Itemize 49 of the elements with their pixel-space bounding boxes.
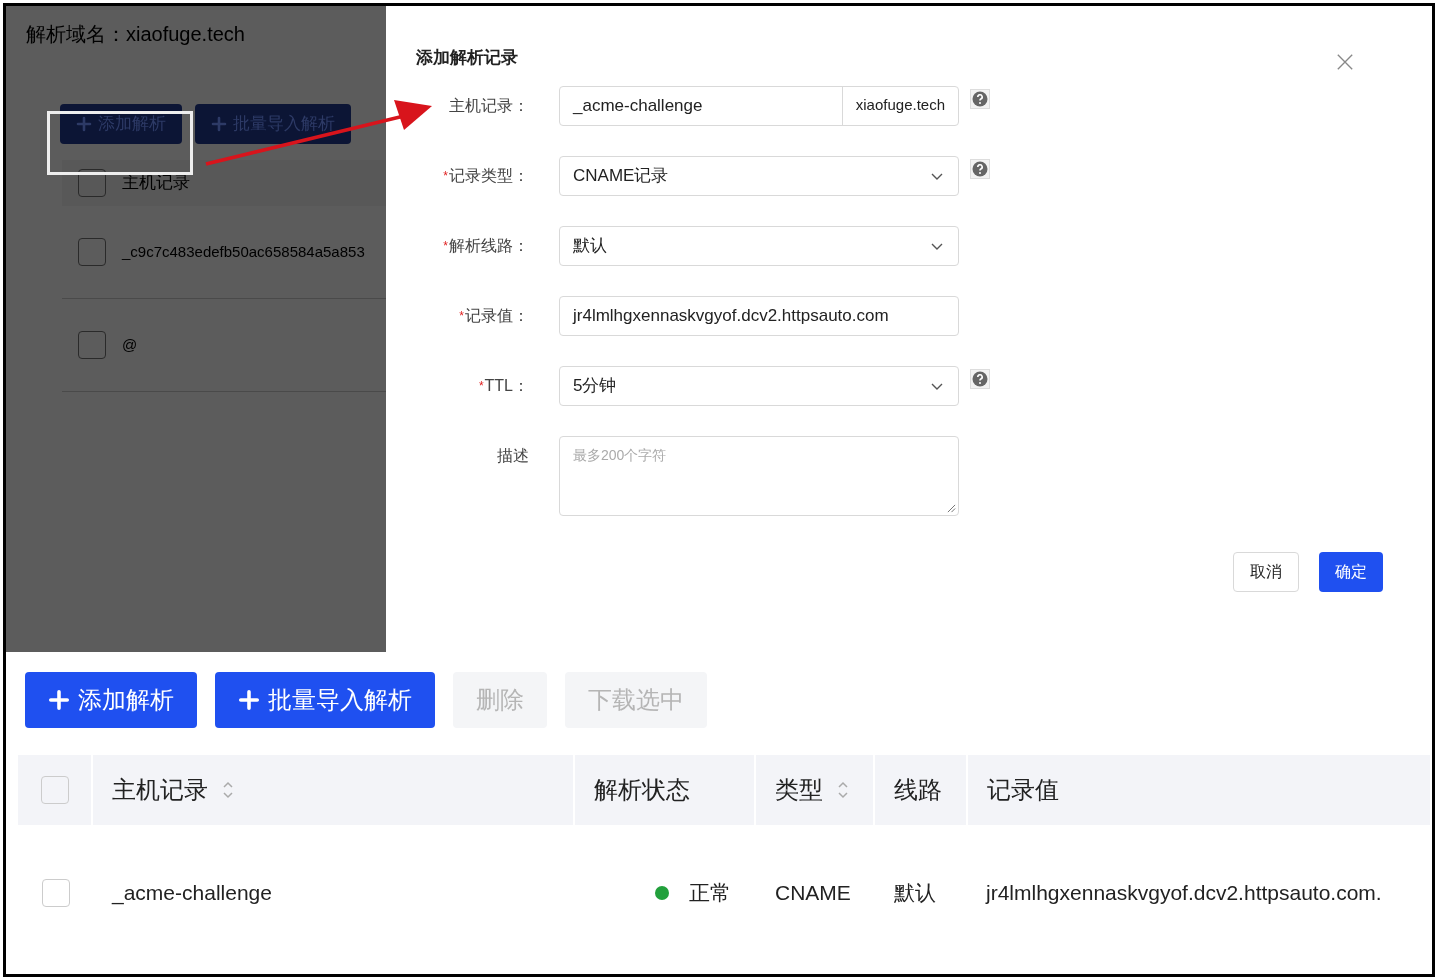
resize-handle-icon[interactable] [947, 503, 956, 513]
field-label: TTL： [484, 375, 529, 396]
column-header: 主机记录 [122, 172, 190, 195]
domain-title: 解析域名：xiaofuge.tech [26, 22, 246, 47]
select-field[interactable]: 5分钟 [559, 365, 959, 406]
field-label: 主机记录： [449, 95, 529, 116]
plus-icon [211, 116, 227, 132]
toolbar-button[interactable]: 添加解析 [25, 672, 197, 728]
select-field[interactable]: CNAME记录 [559, 155, 959, 196]
select-field[interactable]: 默认 [559, 225, 959, 266]
value-cell-text: jr4lmlhgxennaskvgyof.dcv2.httpsauto.com. [984, 879, 1383, 906]
host-record-field[interactable]: _acme-challenge xiaofuge.tech [559, 85, 959, 126]
help-icon[interactable] [970, 368, 990, 389]
checkbox[interactable] [78, 331, 106, 359]
cancel-button[interactable]: 取消 [1233, 551, 1299, 592]
checkbox[interactable] [78, 169, 106, 197]
column-header: 线路 [894, 775, 942, 805]
checkbox[interactable] [78, 238, 106, 266]
host-cell-text: _c9c7c483edefb50ac658584a5a853 [122, 241, 365, 262]
field-label: 记录类型： [449, 165, 529, 186]
domain-suffix: xiaofuge.tech [841, 86, 958, 125]
required-mark: * [443, 167, 448, 185]
confirm-button[interactable]: 确定 [1319, 551, 1383, 592]
host-cell-text: @ [122, 334, 138, 355]
help-icon[interactable] [970, 158, 990, 179]
field-label: 描述 [497, 445, 529, 466]
toolbar-button[interactable]: 批量导入解析 [215, 672, 435, 728]
plus-icon [48, 689, 70, 711]
field-label: 记录值： [465, 305, 529, 326]
field-label: 解析线路： [449, 235, 529, 256]
status-cell-text: 正常 [689, 879, 731, 906]
column-header: 类型 [775, 775, 823, 805]
plus-icon [76, 116, 92, 132]
dialog-title: 添加解析记录 [416, 48, 518, 67]
input-field[interactable]: jr4lmlhgxennaskvgyof.dcv2.httpsauto.com [559, 295, 959, 336]
plus-icon [238, 689, 260, 711]
required-mark: * [443, 237, 448, 255]
sort-icon[interactable] [222, 779, 234, 801]
column-header: 记录值 [987, 775, 1059, 805]
line-cell-text: 默认 [893, 879, 937, 906]
column-header: 主机记录 [112, 775, 208, 805]
column-header: 解析状态 [594, 775, 690, 805]
help-icon[interactable] [970, 88, 990, 109]
sort-icon[interactable] [837, 779, 849, 801]
type-cell-text: CNAME [774, 879, 852, 906]
required-mark: * [459, 307, 464, 325]
required-mark: * [478, 377, 484, 395]
close-icon[interactable] [1336, 53, 1354, 71]
host-cell-text: _acme-challenge [110, 879, 273, 907]
